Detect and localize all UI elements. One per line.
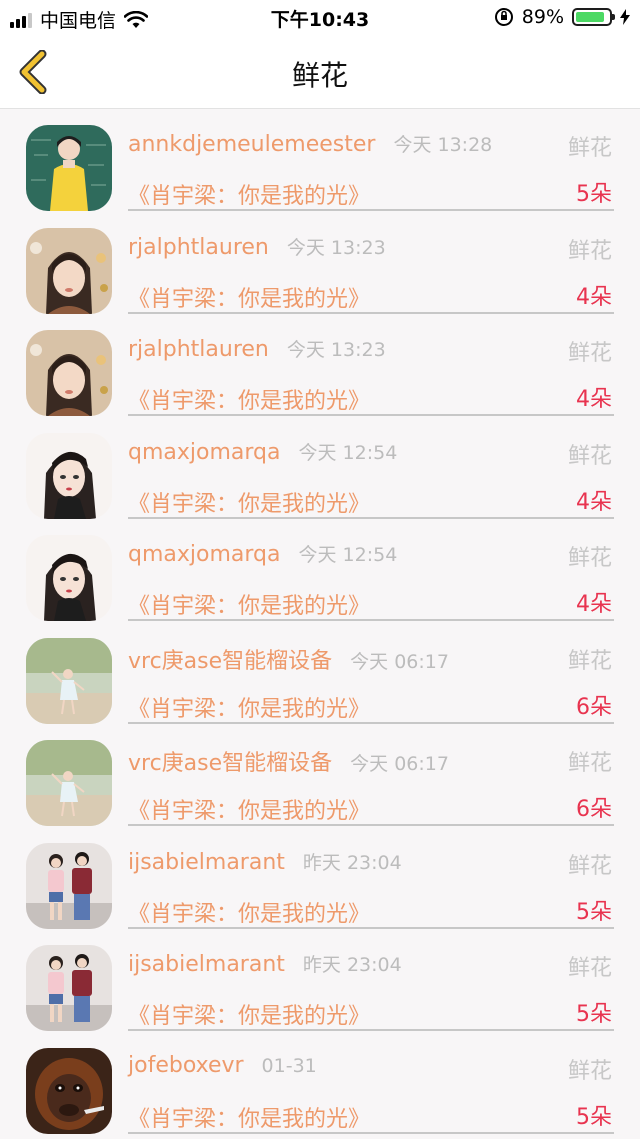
avatar-girl-outdoor[interactable] — [26, 740, 112, 826]
gift-count: 5朵 — [576, 1104, 612, 1130]
user-line: qmaxjomarqa 今天 12:54 — [128, 438, 397, 465]
user-line: qmaxjomarqa 今天 12:54 — [128, 540, 397, 567]
gift-count: 4朵 — [576, 284, 612, 310]
avatar-girl-bangs[interactable] — [26, 227, 112, 314]
gift-category: 鲜花 — [567, 751, 612, 776]
avatar-couple[interactable] — [26, 842, 112, 929]
book-title[interactable]: 《肖宇梁：你是我的光》 — [128, 998, 370, 1030]
user-line: rjalphtlauren 今天 13:23 — [128, 233, 386, 260]
user-line: rjalphtlauren 今天 13:23 — [128, 335, 386, 362]
orientation-lock-icon — [494, 8, 513, 26]
timestamp: 01-31 — [261, 1054, 317, 1077]
list-item[interactable]: ijsabielmarant 昨天 23:04 鲜花 《肖宇梁：你是我的光》 5朵 — [0, 928, 640, 1031]
user-line: vrc庚ase智能榴设备 今天 06:17 — [128, 745, 449, 777]
gift-count: 4朵 — [576, 489, 612, 515]
gift-category: 鲜花 — [567, 1058, 612, 1084]
list-item[interactable]: jofeboxevr 01-31 鲜花 《肖宇梁：你是我的光》 5朵 — [0, 1031, 640, 1134]
timestamp: 今天 06:17 — [350, 650, 449, 673]
gift-category: 鲜花 — [567, 341, 612, 366]
list-item[interactable]: vrc庚ase智能榴设备 今天 06:17 鲜花 《肖宇梁：你是我的光》 6朵 — [0, 723, 640, 826]
username[interactable]: qmaxjomarqa — [128, 440, 281, 465]
book-title[interactable]: 《肖宇梁：你是我的光》 — [128, 588, 370, 620]
timestamp: 今天 13:23 — [286, 339, 386, 361]
timestamp: 昨天 23:04 — [302, 851, 402, 874]
list-item[interactable]: qmaxjomarqa 今天 12:54 鲜花 《肖宇梁：你是我的光》 4朵 — [0, 518, 640, 621]
gift-count: 4朵 — [576, 592, 612, 617]
username[interactable]: jofeboxevr — [128, 1053, 244, 1078]
list-item[interactable]: qmaxjomarqa 今天 12:54 鲜花 《肖宇梁：你是我的光》 4朵 — [0, 416, 640, 519]
list-item[interactable]: rjalphtlauren 今天 13:23 鲜花 《肖宇梁：你是我的光》 4朵 — [0, 211, 640, 314]
gift-count: 4朵 — [576, 387, 612, 412]
gift-category: 鲜花 — [567, 238, 612, 264]
user-line: annkdjemeulemeester 今天 13:28 — [128, 130, 492, 157]
avatar-anime-girl[interactable] — [26, 432, 112, 519]
book-title[interactable]: 《肖宇梁：你是我的光》 — [128, 383, 370, 415]
book-title[interactable]: 《肖宇梁：你是我的光》 — [128, 178, 370, 210]
avatar-boy-yellow-hoodie[interactable] — [26, 125, 112, 211]
gift-list: annkdjemeulemeester 今天 13:28 鲜花 《肖宇梁：你是我的… — [0, 108, 640, 1134]
avatar-girl-bangs[interactable] — [26, 330, 112, 416]
avatar-anime-girl[interactable] — [26, 535, 112, 621]
gift-category: 鲜花 — [567, 136, 612, 161]
book-title[interactable]: 《肖宇梁：你是我的光》 — [128, 691, 370, 723]
book-title[interactable]: 《肖宇梁：你是我的光》 — [128, 486, 370, 518]
gift-category: 鲜花 — [567, 546, 612, 571]
nav-bar: 鲜花 — [0, 36, 640, 109]
divider — [128, 1131, 614, 1134]
username[interactable]: ijsabielmarant — [128, 850, 285, 875]
timestamp: 今天 06:17 — [350, 753, 449, 775]
user-line: jofeboxevr 01-31 — [128, 1053, 317, 1078]
timestamp: 今天 12:54 — [298, 544, 398, 566]
status-bar: 中国电信 下午10:43 89% — [0, 0, 640, 36]
avatar-orangutan[interactable] — [26, 1047, 112, 1134]
username[interactable]: vrc庚ase智能榴设备 — [128, 649, 332, 674]
gift-count: 6朵 — [576, 694, 612, 720]
timestamp: 今天 13:23 — [286, 236, 386, 259]
book-title[interactable]: 《肖宇梁：你是我的光》 — [128, 896, 370, 928]
avatar-girl-outdoor[interactable] — [26, 637, 112, 724]
book-title[interactable]: 《肖宇梁：你是我的光》 — [128, 793, 370, 825]
user-line: vrc庚ase智能榴设备 今天 06:17 — [128, 643, 449, 675]
gift-category: 鲜花 — [567, 443, 612, 469]
book-title[interactable]: 《肖宇梁：你是我的光》 — [128, 1101, 370, 1133]
avatar-couple[interactable] — [26, 945, 112, 1031]
gift-count: 5朵 — [576, 1002, 612, 1027]
list-item[interactable]: vrc庚ase智能榴设备 今天 06:17 鲜花 《肖宇梁：你是我的光》 6朵 — [0, 621, 640, 724]
gift-category: 鲜花 — [567, 853, 612, 879]
gift-category: 鲜花 — [567, 648, 612, 674]
charging-icon — [620, 9, 630, 25]
user-line: ijsabielmarant 昨天 23:04 — [128, 950, 402, 977]
list-item[interactable]: ijsabielmarant 昨天 23:04 鲜花 《肖宇梁：你是我的光》 5朵 — [0, 826, 640, 929]
gift-count: 5朵 — [576, 899, 612, 925]
username[interactable]: qmaxjomarqa — [128, 542, 281, 567]
username[interactable]: rjalphtlauren — [128, 337, 269, 362]
user-line: ijsabielmarant 昨天 23:04 — [128, 848, 402, 875]
list-item[interactable]: rjalphtlauren 今天 13:23 鲜花 《肖宇梁：你是我的光》 4朵 — [0, 313, 640, 416]
book-title[interactable]: 《肖宇梁：你是我的光》 — [128, 281, 370, 313]
page-title: 鲜花 — [291, 59, 348, 92]
username[interactable]: vrc庚ase智能榴设备 — [128, 751, 332, 776]
status-right: 89% — [494, 6, 630, 28]
username[interactable]: annkdjemeulemeester — [128, 132, 375, 157]
battery-icon — [572, 8, 615, 26]
timestamp: 今天 13:28 — [393, 134, 493, 156]
username[interactable]: ijsabielmarant — [128, 952, 285, 977]
timestamp: 昨天 23:04 — [302, 954, 402, 976]
gift-count: 5朵 — [576, 182, 612, 207]
battery-percent: 89% — [521, 6, 564, 28]
list-item[interactable]: annkdjemeulemeester 今天 13:28 鲜花 《肖宇梁：你是我的… — [0, 108, 640, 211]
timestamp: 今天 12:54 — [298, 441, 398, 464]
gift-category: 鲜花 — [567, 956, 612, 981]
username[interactable]: rjalphtlauren — [128, 235, 269, 260]
gift-count: 6朵 — [576, 797, 612, 822]
